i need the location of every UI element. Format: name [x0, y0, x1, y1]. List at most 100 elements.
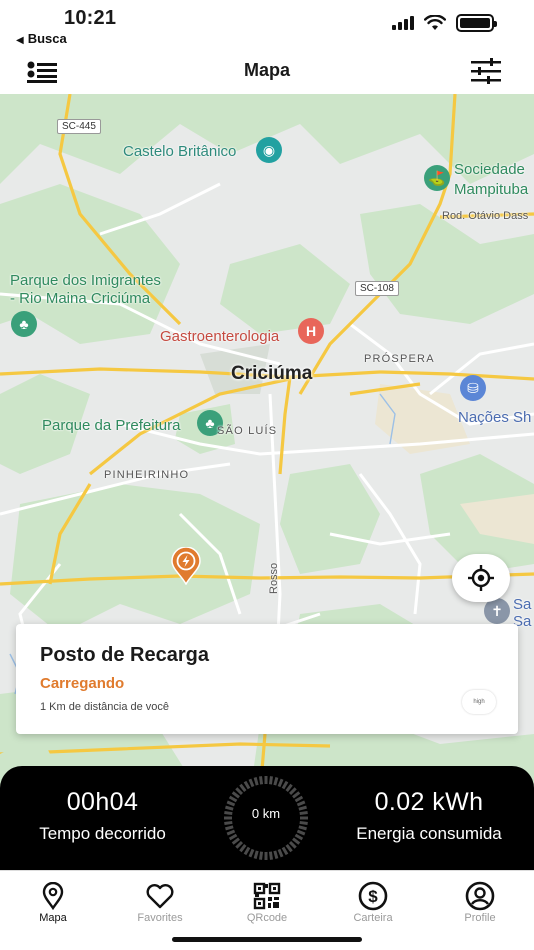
tab-carteira[interactable]: $ Carteira	[333, 881, 413, 924]
qrcode-icon	[253, 882, 281, 910]
shopping-poi-icon[interactable]: ⛁	[460, 375, 486, 401]
gauge-tick	[259, 776, 264, 785]
gauge-tick	[228, 833, 238, 841]
map-label-gastro: Gastroenterologia	[160, 328, 280, 345]
gauge-distance-text: 0 km	[251, 806, 281, 821]
gauge-tick	[298, 825, 307, 831]
battery-icon	[456, 14, 497, 32]
gauge-tick	[292, 791, 301, 799]
tab-label-profile: Profile	[464, 912, 496, 924]
status-bar: 10:21 ◀ Busca	[0, 0, 534, 50]
map-label-sa-1: Sa	[513, 596, 532, 613]
gauge-tick	[228, 795, 238, 803]
park-poi-icon-sociedade[interactable]: ⛳	[424, 165, 450, 191]
navigation-bar: Mapa	[0, 50, 534, 94]
gauge-tick	[281, 780, 289, 790]
gauge-tick	[231, 791, 240, 799]
map-label-sociedade-2: Mampituba	[454, 181, 529, 198]
charging-panel: 00h04 Tempo decorrido 0 km 0.02 kWh Ener…	[0, 766, 534, 870]
map-label-parque-prefeitura: Parque da Prefeitura	[42, 417, 181, 434]
elapsed-time-stat: 00h04 Tempo decorrido	[20, 788, 185, 844]
map-label-parque-imigrantes-1: Parque dos Imigrantes	[10, 272, 161, 289]
gauge-tick	[235, 840, 244, 849]
map-label-sao-luis: SÃO LUÍS	[217, 425, 278, 437]
energy-stat: 0.02 kWh Energia consumida	[338, 788, 520, 844]
energy-value: 0.02 kWh	[374, 788, 484, 816]
station-distance: 1 Km de distância de você	[40, 701, 170, 713]
gauge-tick	[239, 844, 247, 853]
tree-poi-icon-imigrantes[interactable]: ♣	[11, 311, 37, 337]
tab-label-favorites: Favorites	[137, 912, 183, 924]
back-to-busca-link[interactable]: ◀ Busca	[16, 31, 67, 46]
gauge-tick	[277, 778, 284, 788]
back-arrow-icon: ◀	[16, 35, 24, 46]
gauge-tick	[239, 783, 247, 792]
gauge-tick	[231, 837, 240, 845]
tab-profile[interactable]: Profile	[440, 881, 520, 924]
map-label-nacoes: Nações Sh	[458, 409, 532, 426]
gauge-tick	[273, 850, 279, 859]
road-shield-sc445: SC-445	[57, 119, 101, 134]
tab-label-mapa: Mapa	[39, 912, 67, 924]
gauge-tick	[285, 783, 293, 792]
station-status: Carregando	[40, 675, 125, 692]
gauge-tick	[268, 776, 273, 785]
gauge-tick	[288, 787, 297, 796]
charging-station-marker[interactable]	[171, 546, 201, 586]
gauge-tick	[224, 820, 233, 825]
gauge-tick	[285, 844, 293, 853]
station-logo: high	[462, 690, 496, 714]
gauge-tick	[281, 846, 289, 856]
cellular-signal-icon	[392, 16, 414, 30]
map-label-prospera: PRÓSPERA	[364, 353, 435, 365]
road-shield-sc108: SC-108	[355, 281, 399, 296]
back-label: Busca	[27, 31, 67, 46]
tab-label-carteira: Carteira	[353, 912, 393, 924]
station-title: Posto de Recarga	[40, 644, 209, 666]
gauge-tick	[259, 851, 264, 860]
gauge-tick	[294, 795, 304, 803]
gauge-tick	[296, 800, 306, 807]
svg-text:$: $	[368, 887, 378, 906]
gauge-tick	[253, 850, 259, 859]
charging-bolt-pin-icon	[171, 546, 201, 586]
status-time: 10:21	[64, 7, 117, 29]
hospital-poi-icon[interactable]: H	[298, 318, 324, 344]
sliders-icon	[471, 58, 501, 84]
system-icons	[392, 14, 497, 32]
map-label-rod: Rod. Otávio Dass	[442, 210, 529, 222]
gauge-tick	[226, 800, 236, 807]
elapsed-time-label: Tempo decorrido	[39, 824, 166, 843]
elapsed-time-value: 00h04	[66, 788, 139, 816]
map-pin-icon	[42, 882, 64, 910]
gauge-tick	[299, 820, 308, 825]
filter-button[interactable]	[470, 58, 502, 84]
page-title: Mapa	[243, 60, 290, 80]
station-card[interactable]: Posto de Recarga Carregando 1 Km de dist…	[16, 624, 518, 734]
map-label-rosso: Rosso	[268, 562, 280, 594]
map-label-city: Criciúma	[231, 363, 313, 384]
gauge-tick	[273, 777, 279, 786]
camera-poi-icon[interactable]: ◉	[256, 137, 282, 163]
wifi-icon	[424, 15, 446, 30]
gauge-tick	[235, 787, 244, 796]
energy-label: Energia consumida	[356, 824, 502, 843]
heart-icon	[146, 884, 174, 909]
tab-qrcode[interactable]: QRcode	[227, 881, 307, 924]
gauge-tick	[288, 840, 297, 849]
gauge-tick	[268, 851, 273, 860]
tab-favorites[interactable]: Favorites	[120, 881, 200, 924]
user-icon	[465, 881, 495, 911]
gauge-tick	[225, 825, 234, 831]
gauge-tick	[292, 837, 301, 845]
gauge-tick	[277, 848, 284, 858]
gauge-tick	[294, 833, 304, 841]
map-label-pinheirinho: PINHEIRINHO	[104, 469, 190, 481]
gauge-tick	[226, 829, 236, 836]
gauge-tick	[296, 829, 306, 836]
tab-mapa[interactable]: Mapa	[13, 881, 93, 924]
map-label-parque-imigrantes-2: - Rio Maina Criciúma	[10, 290, 151, 307]
map-label-castelo: Castelo Britânico	[123, 143, 237, 160]
tab-label-qrcode: QRcode	[246, 912, 288, 924]
locate-me-button[interactable]	[452, 554, 510, 602]
